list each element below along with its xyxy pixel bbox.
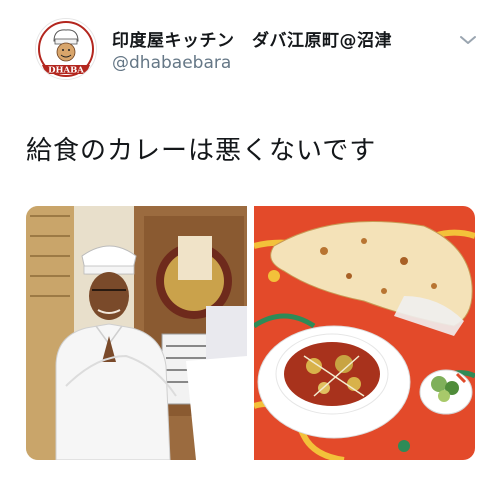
curry-and-naan-photo[interactable]	[254, 206, 475, 460]
avatar-logo-text: DHABA	[48, 66, 84, 76]
author-display-name[interactable]: 印度屋キッチン ダバ江原町@沼津	[112, 26, 392, 51]
tweet-text: 給食のカレーは悪くないです	[26, 136, 377, 166]
tweet-header: DHABA 印度屋キッチン ダバ江原町@沼津 @dhabaebara	[0, 0, 500, 100]
avatar[interactable]: DHABA	[35, 18, 97, 80]
author-handle[interactable]: @dhabaebara	[112, 53, 231, 73]
photo-grid	[26, 206, 475, 460]
chevron-down-icon[interactable]	[458, 32, 478, 46]
chef-photo[interactable]	[26, 206, 247, 460]
dhaba-logo-icon: DHABA	[36, 19, 96, 79]
